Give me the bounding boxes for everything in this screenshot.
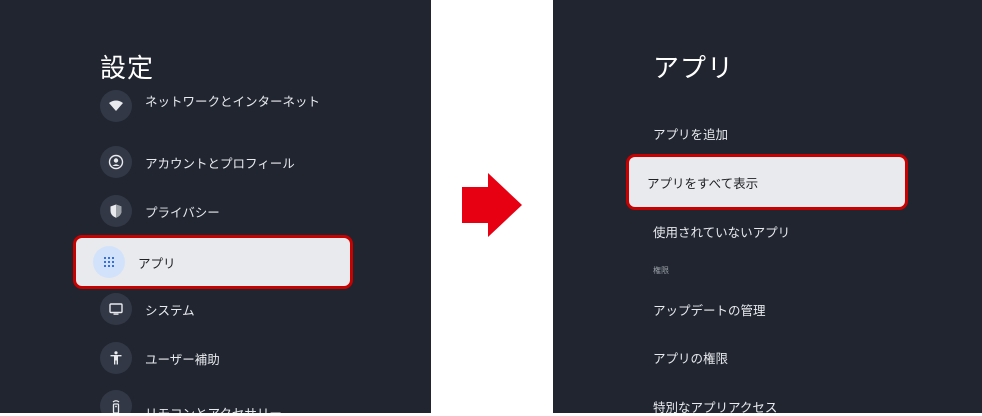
- remote-icon: [100, 390, 132, 413]
- menu-item-accessibility[interactable]: ユーザー補助: [100, 338, 220, 378]
- menu-item-label: アプリをすべて表示: [647, 175, 759, 191]
- menu-item-special-app-access[interactable]: 特別なアプリアクセス: [653, 397, 777, 416]
- account-icon: [100, 146, 132, 178]
- menu-item-label: プライバシー: [145, 204, 220, 220]
- menu-item-update-management[interactable]: アップデートの管理: [653, 300, 766, 319]
- menu-item-account[interactable]: アカウントとプロフィール: [100, 142, 295, 182]
- page-title: 設定: [100, 54, 155, 84]
- menu-item-show-all-apps[interactable]: アプリをすべて表示: [629, 157, 905, 207]
- menu-item-label: リモコンとアクセサリー: [145, 405, 282, 414]
- menu-item-remote[interactable]: リモコンとアクセサリー: [100, 386, 282, 413]
- menu-item-apps[interactable]: アプリ: [76, 238, 350, 286]
- menu-item-label: システム: [145, 302, 195, 318]
- arrow-right-icon: [462, 173, 522, 237]
- settings-panel: 設定 ネットワークとインターネット アカウントとプロフィール プライバシー シス…: [0, 0, 431, 413]
- menu-item-system[interactable]: システム: [100, 289, 195, 329]
- page-title: アプリ: [653, 54, 735, 84]
- apps-grid-icon: [93, 246, 125, 278]
- menu-item-label: ユーザー補助: [145, 351, 220, 367]
- wifi-icon: [100, 90, 132, 122]
- menu-item-network[interactable]: ネットワークとインターネット: [100, 86, 320, 126]
- menu-item-label: アプリ: [138, 255, 176, 271]
- accessibility-icon: [100, 342, 132, 374]
- shield-icon: [100, 195, 132, 227]
- menu-item-unused-apps[interactable]: 使用されていないアプリ: [653, 222, 790, 241]
- menu-item-app-permissions[interactable]: アプリの権限: [653, 348, 728, 367]
- menu-item-privacy[interactable]: プライバシー: [100, 191, 220, 231]
- section-label-permissions: 権限: [653, 266, 669, 275]
- menu-item-label: ネットワークとインターネット: [145, 93, 321, 109]
- menu-item-label: アカウントとプロフィール: [145, 155, 295, 171]
- menu-item-add-app[interactable]: アプリを追加: [653, 124, 728, 143]
- monitor-icon: [100, 293, 132, 325]
